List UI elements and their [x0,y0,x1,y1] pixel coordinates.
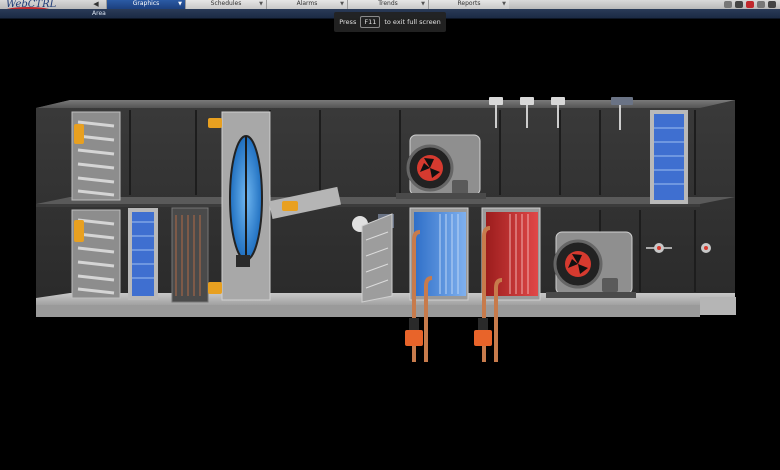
damper-actuator-icon[interactable] [208,118,222,128]
base-rail-end [700,297,736,315]
chilled-water-valve-icon[interactable] [405,318,423,346]
exhaust-filter[interactable] [650,110,688,204]
supply-fan[interactable] [546,231,636,298]
static-pressure-sensor-icon[interactable] [701,243,711,253]
prefilter[interactable] [128,208,158,300]
energy-recovery-wheel[interactable] [221,111,271,301]
base-rail [36,305,700,317]
air-handler-graphic [36,97,736,362]
middle-deck [36,197,735,204]
preheat-coil[interactable] [171,207,209,303]
damper-actuator-icon[interactable] [74,124,84,144]
middle-deck-edge [36,204,700,207]
damper-actuator-icon[interactable] [74,220,84,242]
final-filter[interactable] [361,213,393,303]
damper-actuator-icon[interactable] [208,282,222,294]
hot-water-valve-icon[interactable] [474,318,492,346]
